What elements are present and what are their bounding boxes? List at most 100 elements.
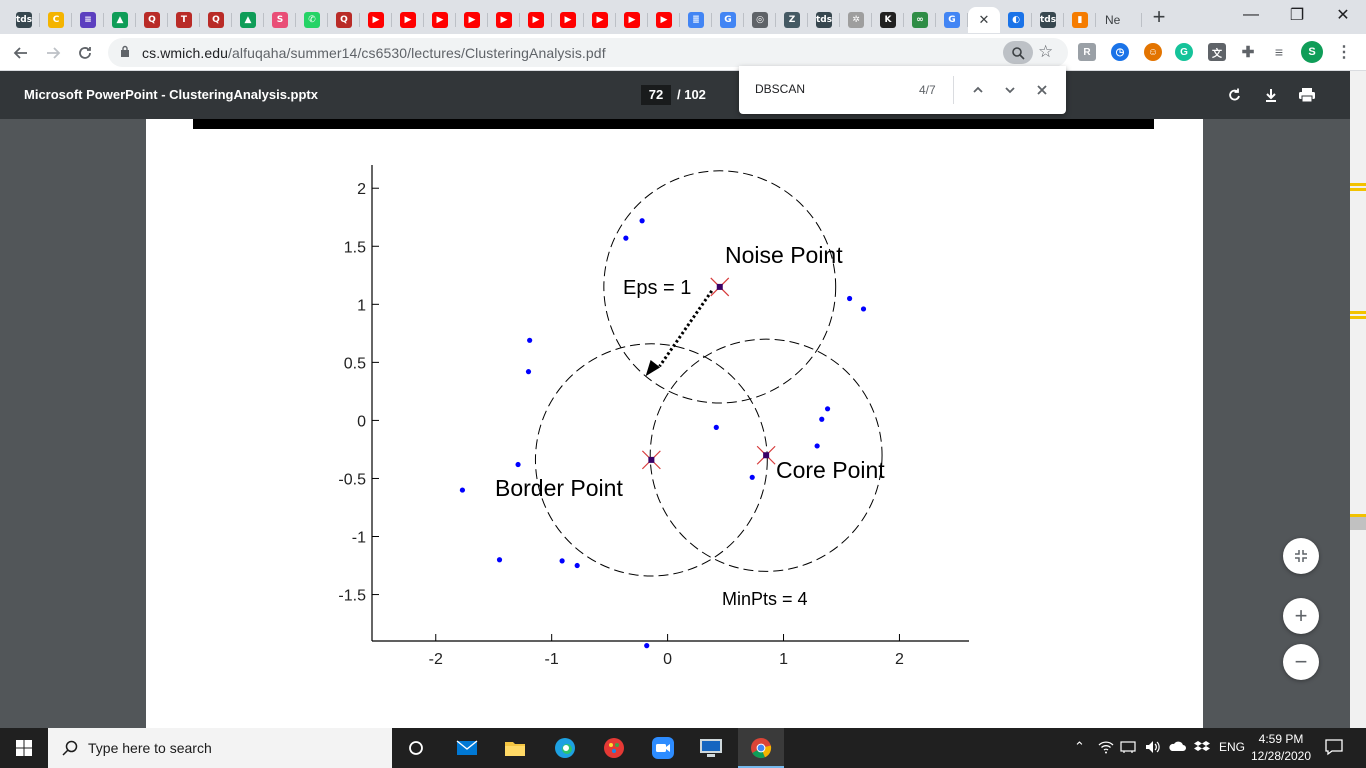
tab-c[interactable]: C [40,7,72,33]
profile-avatar[interactable]: S [1301,41,1323,63]
onedrive-icon[interactable] [1168,740,1186,755]
data-point [713,424,719,430]
tab-yt10[interactable]: ▶ [648,7,680,33]
remote-desktop-icon[interactable] [698,736,724,760]
tab-yt8[interactable]: ▶ [584,7,616,33]
fit-page-button[interactable] [1283,538,1319,574]
find-previous-button[interactable] [966,78,990,102]
task-view-icon[interactable] [403,736,429,760]
extension-r-icon[interactable]: R [1078,43,1096,61]
address-bar[interactable]: cs.wmich.edu/alfuqaha/summer14/cs6530/le… [108,38,1068,67]
tab-ring-favicon-icon: ◎ [752,12,768,28]
x-tick-label: -1 [545,651,559,668]
tab-yt5[interactable]: ▶ [488,7,520,33]
tab-edge[interactable]: ◐ [1000,7,1032,33]
notifications-icon[interactable] [1325,738,1343,759]
tab-list[interactable]: ≡ [72,7,104,33]
tab-z[interactable]: Z [776,7,808,33]
find-close-button[interactable] [1030,78,1054,102]
chrome-taskbar-button[interactable] [738,728,784,768]
tab-ring[interactable]: ◎ [744,7,776,33]
zoom-in-button[interactable]: + [1283,598,1319,634]
tab-yt7[interactable]: ▶ [552,7,584,33]
vertical-scrollbar[interactable] [1350,71,1366,728]
paint-app-icon[interactable] [601,736,627,760]
back-button[interactable] [8,40,34,66]
tab-k[interactable]: K [872,7,904,33]
tab-chart[interactable]: ▮ [1064,7,1096,33]
chevron-down-icon [1005,87,1015,94]
restore-button[interactable]: ❐ [1274,0,1320,30]
tab-docs[interactable]: ≣ [680,7,712,33]
mail-icon[interactable] [454,736,480,760]
find-match-marker [1350,188,1366,191]
zoom-out-button[interactable]: − [1283,644,1319,680]
print-button[interactable] [1295,83,1319,107]
minimize-button[interactable]: — [1228,0,1274,30]
language-indicator[interactable]: ENG [1219,740,1245,754]
pdf-viewer[interactable]: -2 -1 0 1 2 2 1.5 1 0.5 0 -0.5 -1 -1.5 Noise Point E… [0,119,1350,728]
forward-button[interactable] [40,40,66,66]
tab-yt4[interactable]: ▶ [456,7,488,33]
find-separator [953,76,954,104]
taskbar-clock[interactable]: 4:59 PM 12/28/2020 [1248,731,1314,765]
volume-icon[interactable] [1145,740,1161,757]
wifi-icon[interactable] [1098,740,1114,757]
tab-g1[interactable]: G [712,7,744,33]
extensions-puzzle-icon[interactable]: ✚ [1239,43,1257,61]
zoom-app-icon[interactable] [650,736,676,760]
tab-tds2[interactable]: tds [808,7,840,33]
bookmark-star-icon[interactable]: ☆ [1038,42,1053,62]
tab-gear[interactable]: ✲ [840,7,872,33]
page-number-input[interactable]: 72 [641,85,671,105]
grammarly-icon[interactable]: G [1175,43,1193,61]
find-next-button[interactable] [998,78,1022,102]
y-tick-label: -0.5 [338,471,366,488]
tab-q1[interactable]: Q [136,7,168,33]
tab-yt3[interactable]: ▶ [424,7,456,33]
tab-g2[interactable]: G [936,7,968,33]
tab-s[interactable]: S [264,7,296,33]
tab-list: tds C ≡ ▲ Q T Q ▲ S ✆ Q ▶ ▶ ▶ ▶ ▶ ▶ ▶ ▶ ▶ ▶ ≣ G ◎ Ztds ✲ K ∞ G ✕ ◐ tds ▮ [0,1,1096,33]
taskbar-search-box[interactable]: Type here to search [48,728,392,768]
network-adapter-icon[interactable] [1120,740,1136,757]
tab-q3[interactable]: Q [328,7,360,33]
chrome-menu-icon[interactable]: ⋮ [1335,43,1353,61]
tab-q2[interactable]: Q [200,7,232,33]
extension-avatar-icon[interactable]: ☺ [1144,43,1162,61]
extension-translate-icon[interactable]: 文 [1208,43,1226,61]
tab-drive1[interactable]: ▲ [104,7,136,33]
tab-t[interactable]: T [168,7,200,33]
start-button[interactable] [0,728,48,768]
tab-yt6[interactable]: ▶ [520,7,552,33]
search-icon [62,740,78,756]
data-point [824,406,831,412]
tab-yt9-favicon-icon: ▶ [624,12,640,28]
tab-drive2[interactable]: ▲ [232,7,264,33]
edge-browser-icon[interactable] [552,736,578,760]
download-button[interactable] [1259,83,1283,107]
tab-z-favicon-icon: Z [784,12,800,28]
tray-overflow-icon[interactable]: ⌃ [1074,739,1085,755]
tab-active[interactable]: ✕ [968,7,1000,33]
tab-yt9[interactable]: ▶ [616,7,648,33]
tab-ne[interactable]: Ne [1096,7,1142,33]
tab-gfg[interactable]: ∞ [904,7,936,33]
data-point [639,218,645,224]
tab-wa[interactable]: ✆ [296,7,328,33]
file-explorer-icon[interactable] [502,736,528,760]
reload-button[interactable] [72,40,98,66]
new-tab-button[interactable]: + [1142,0,1176,34]
tab-tds3[interactable]: tds [1032,7,1064,33]
close-window-button[interactable]: ✕ [1320,0,1366,30]
tab-yt2[interactable]: ▶ [392,7,424,33]
tab-tds1[interactable]: tds [8,7,40,33]
tab-yt1[interactable]: ▶ [360,7,392,33]
dropbox-icon[interactable] [1194,740,1210,757]
rotate-button[interactable] [1223,83,1247,107]
find-in-page-button[interactable] [1003,41,1033,64]
find-input[interactable]: DBSCAN [755,82,805,96]
extension-clock-icon[interactable]: ◷ [1111,43,1129,61]
print-icon [1299,88,1315,103]
reading-list-icon[interactable]: ≡ [1270,43,1288,61]
